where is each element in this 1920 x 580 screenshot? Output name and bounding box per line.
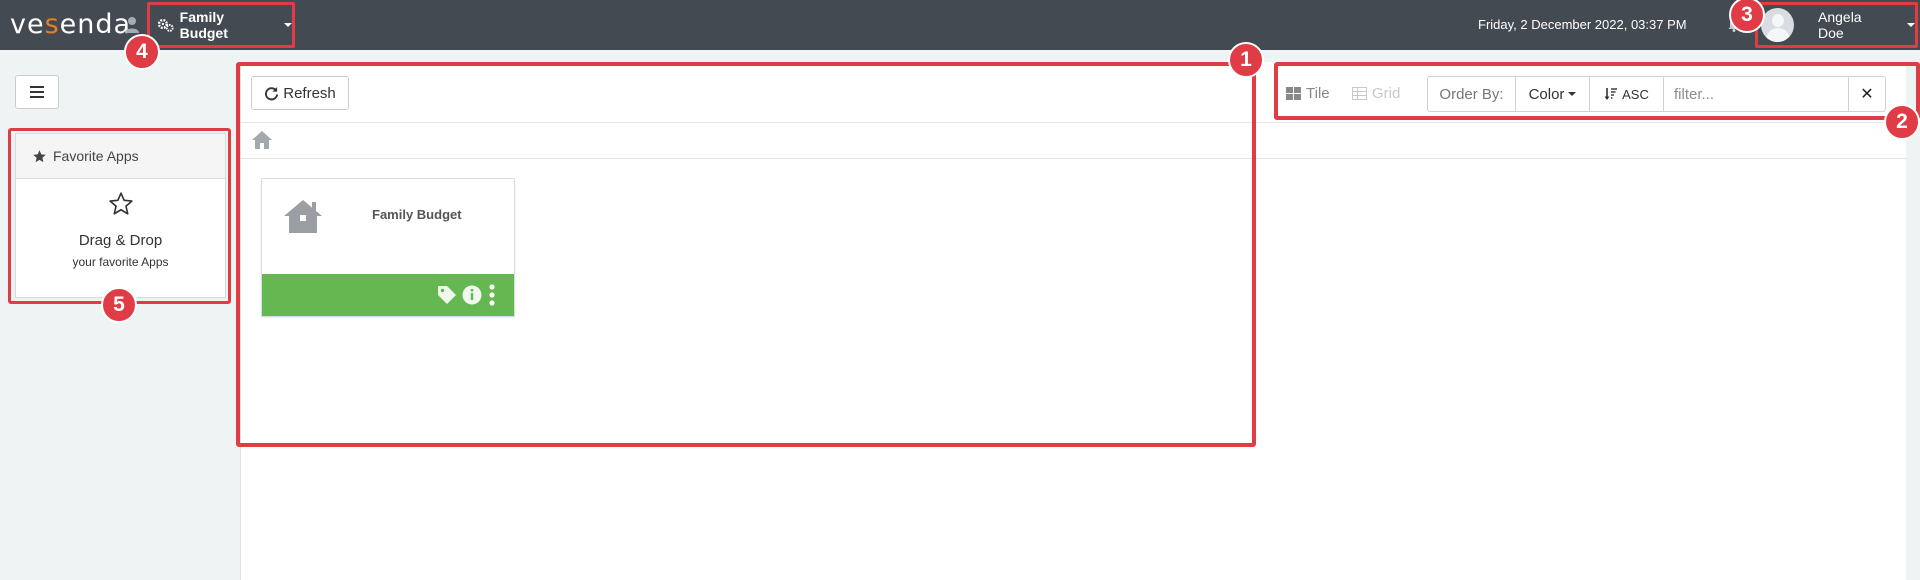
view-tile-button[interactable]: Tile — [1286, 85, 1330, 102]
star-filled-icon — [33, 149, 46, 162]
order-field-dropdown[interactable]: Color — [1516, 77, 1590, 111]
order-by-label: Order By: — [1428, 77, 1516, 111]
top-navbar: vesenda Family Budget Friday, 2 December… — [0, 0, 1920, 50]
home-icon[interactable] — [251, 130, 273, 150]
clear-filter-button[interactable]: ✕ — [1849, 77, 1885, 111]
more-vertical-icon[interactable] — [488, 284, 496, 306]
annotation-badge-5: 5 — [101, 287, 137, 323]
hamburger-icon — [30, 86, 44, 88]
tag-icon[interactable] — [437, 285, 457, 305]
dropzone-title: Drag & Drop — [78, 232, 163, 249]
favorite-apps-title: Favorite Apps — [53, 148, 139, 164]
vesenda-logo[interactable]: vesenda — [10, 10, 131, 40]
app-switcher-label: Family Budget — [179, 9, 228, 41]
refresh-label: Refresh — [283, 84, 336, 102]
annotation-badge-2: 2 — [1884, 104, 1920, 140]
info-icon[interactable] — [462, 285, 482, 305]
app-tile-footer — [262, 274, 514, 316]
view-tile-label: Tile — [1306, 85, 1330, 102]
app-tile-name: Family Budget — [372, 207, 462, 222]
annotation-badge-1: 1 — [1228, 42, 1264, 78]
chevron-down-icon — [1907, 23, 1915, 27]
house-icon — [284, 200, 322, 233]
app-tile[interactable]: Family Budget — [261, 178, 515, 317]
user-icon[interactable] — [124, 16, 140, 34]
favorite-apps-header: Favorite Apps — [16, 134, 225, 179]
favorite-apps-dropzone[interactable]: Drag & Drop your favorite Apps — [16, 179, 225, 269]
avatar — [1761, 8, 1794, 42]
favorite-apps-panel[interactable]: Favorite Apps Drag & Drop your favorite … — [15, 133, 226, 298]
view-grid-label: Grid — [1372, 85, 1401, 102]
sort-asc-icon — [1604, 88, 1618, 100]
filter-input[interactable] — [1664, 77, 1849, 111]
view-grid-button[interactable]: Grid — [1352, 85, 1400, 102]
order-filter-group: Order By: Color ASC ✕ — [1427, 76, 1886, 112]
refresh-button[interactable]: Refresh — [251, 76, 349, 110]
dropzone-subtitle: your favorite Apps — [72, 255, 169, 269]
user-menu-dropdown[interactable]: Angela Doe — [1755, 2, 1918, 48]
annotation-badge-4: 4 — [124, 34, 160, 70]
app-switcher-dropdown[interactable]: Family Budget — [147, 2, 295, 48]
grid-view-icon — [1352, 87, 1367, 100]
user-name: Angela Doe — [1818, 9, 1862, 41]
order-field-value: Color — [1528, 85, 1565, 103]
gears-icon — [158, 18, 174, 32]
sort-direction-button[interactable]: ASC — [1590, 77, 1664, 111]
tile-view-icon — [1286, 87, 1301, 100]
close-icon: ✕ — [1860, 86, 1874, 103]
refresh-icon — [265, 86, 279, 100]
chevron-down-icon — [1568, 92, 1577, 96]
sort-direction-label: ASC — [1622, 86, 1649, 102]
main-content-panel: Refresh — [240, 62, 1907, 580]
chevron-down-icon — [284, 23, 292, 27]
sidebar-toggle-button[interactable] — [15, 75, 59, 109]
current-datetime: Friday, 2 December 2022, 03:37 PM — [1478, 17, 1687, 32]
star-outline-icon — [108, 192, 133, 215]
